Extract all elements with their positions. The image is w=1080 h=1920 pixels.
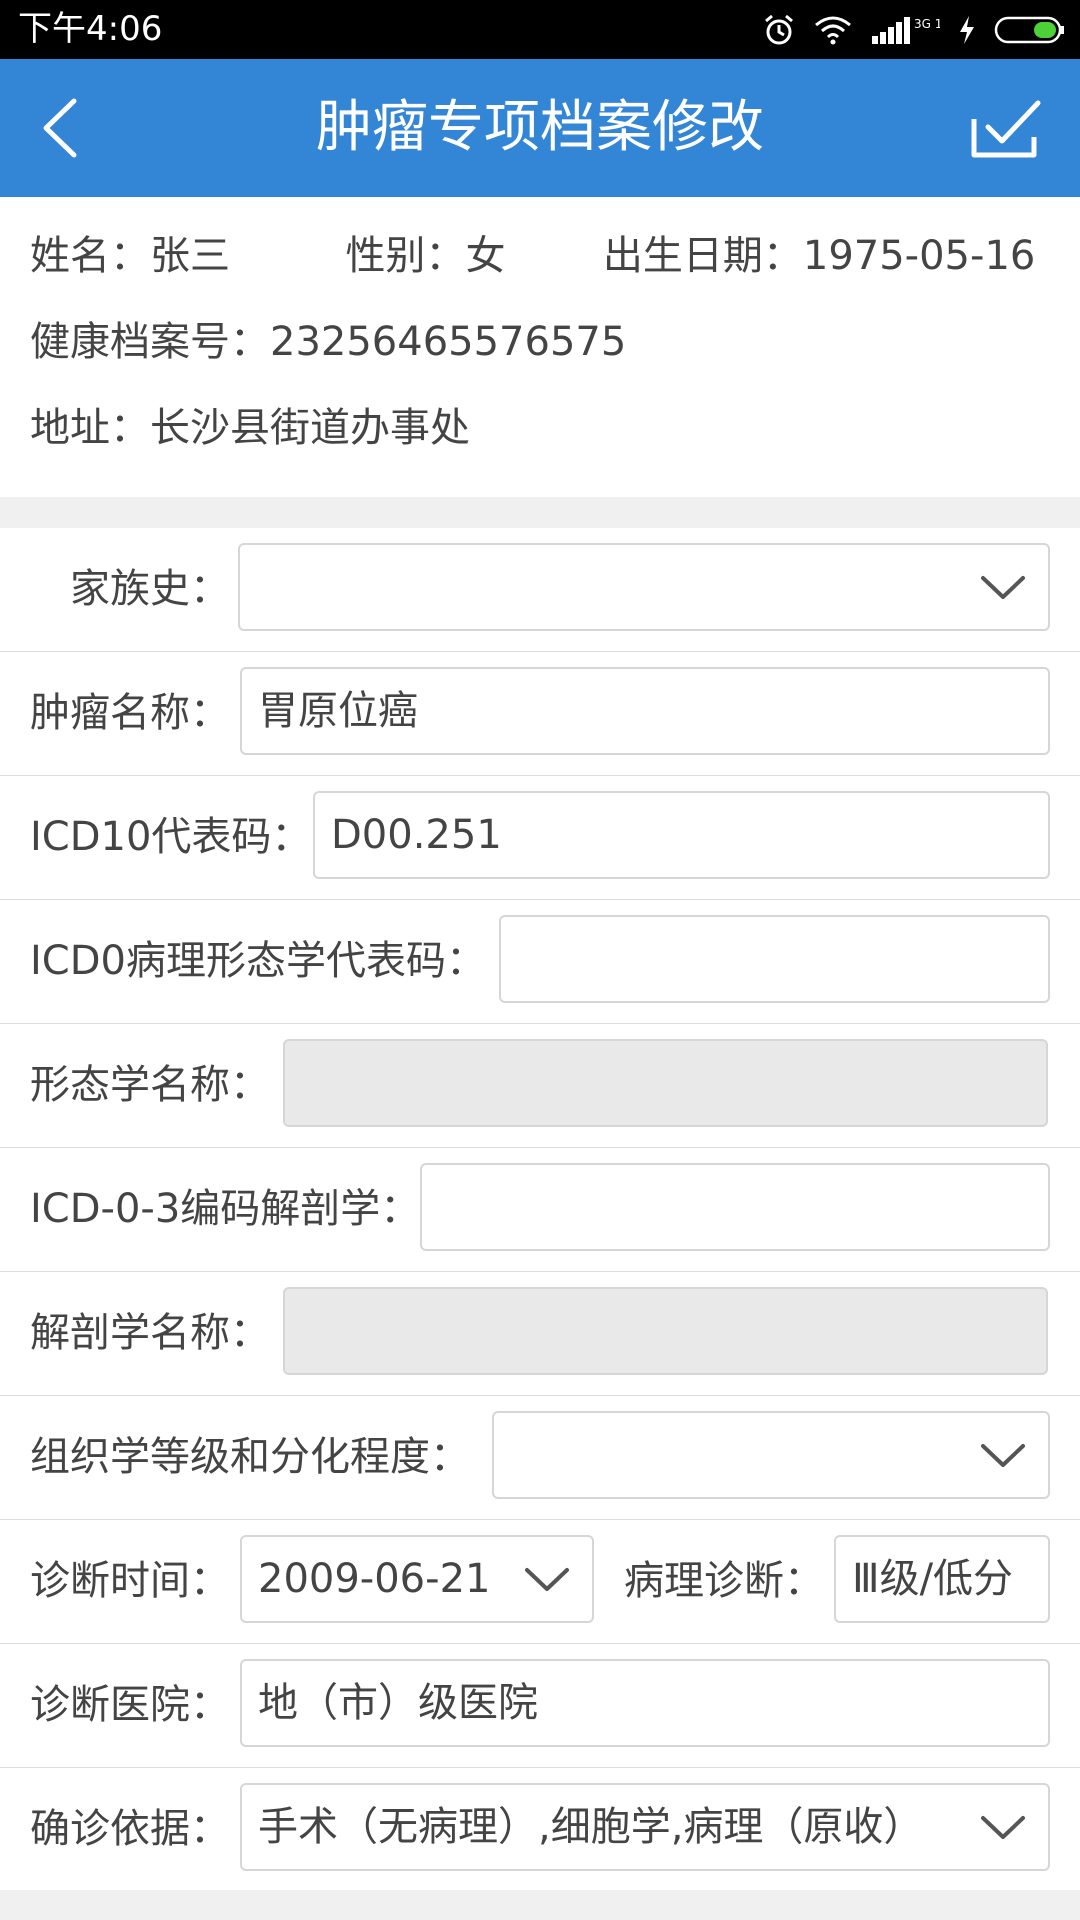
icdo-morph-code-label: ICD0病理形态学代表码：: [30, 938, 486, 984]
anatomy-name-field: [283, 1287, 1048, 1375]
bottom-spacer: [0, 1890, 1080, 1920]
tumor-form: 家族史： 肿瘤名称： 胃原位癌 ICD10代表码： D00.251 ICD0病理…: [0, 528, 1080, 1892]
anatomy-name-label: 解剖学名称：: [30, 1310, 270, 1356]
network-type: 3G 1X: [914, 17, 940, 31]
histology-grade-label: 组织学等级和分化程度：: [30, 1434, 470, 1480]
icd10-input[interactable]: D00.251: [313, 791, 1050, 879]
patient-address: 长沙县街道办事处: [150, 405, 470, 451]
diagnosis-hospital-label: 诊断医院：: [30, 1682, 230, 1728]
chevron-down-icon: [981, 1444, 1025, 1467]
chevron-down-icon: [981, 576, 1025, 599]
icdo3-anatomy-input[interactable]: [420, 1163, 1050, 1251]
form-row-diagnosis: 诊断时间： 2009-06-21 病理诊断： Ⅲ级/低分: [0, 1520, 1080, 1644]
family-history-label: 家族史：: [70, 566, 230, 612]
alarm-icon: [765, 14, 793, 45]
tumor-name-label: 肿瘤名称：: [30, 690, 230, 736]
form-row-icdo-morph-code: ICD0病理形态学代表码：: [0, 900, 1080, 1024]
family-history-select[interactable]: [238, 543, 1050, 631]
wifi-icon: [815, 16, 851, 45]
patient-gender: 女: [465, 233, 506, 279]
status-icons: 3G 1X: [762, 12, 1066, 48]
tumor-name-input[interactable]: 胃原位癌: [240, 667, 1050, 755]
checkbox-check-icon[interactable]: [970, 97, 1042, 159]
diagnosis-date-label: 诊断时间：: [30, 1558, 230, 1604]
charging-icon: [960, 16, 974, 44]
form-row-morph-name: 形态学名称：: [0, 1024, 1080, 1148]
form-row-diagnosis-basis: 确诊依据： 手术（无病理）,细胞学,病理（原收）: [0, 1768, 1080, 1892]
status-time: 下午4:06: [18, 9, 163, 49]
page-title: 肿瘤专项档案修改: [316, 95, 764, 160]
address-label: 地址：: [30, 405, 150, 451]
pathology-diag-input[interactable]: Ⅲ级/低分: [834, 1535, 1050, 1623]
birth-label: 出生日期：: [602, 233, 803, 279]
diagnosis-basis-value: 手术（无病理）,细胞学,病理（原收）: [258, 1804, 924, 1850]
status-bar: 下午4:06 3G 1X: [0, 0, 1080, 59]
diagnosis-basis-select[interactable]: 手术（无病理）,细胞学,病理（原收）: [240, 1783, 1050, 1871]
record-number: 23256465576575: [270, 319, 627, 365]
info-row-record: 健康档案号：23256465576575: [30, 312, 626, 372]
morph-name-field: [283, 1039, 1048, 1127]
pathology-diag-label: 病理诊断：: [624, 1558, 824, 1604]
diagnosis-hospital-input[interactable]: 地（市）级医院: [240, 1659, 1050, 1747]
chevron-down-icon: [525, 1568, 569, 1591]
diagnosis-basis-label: 确诊依据：: [30, 1806, 230, 1852]
morph-name-label: 形态学名称：: [30, 1062, 270, 1108]
name-label: 姓名：: [30, 233, 150, 279]
signal-icon: 3G 1X: [872, 17, 940, 44]
diagnosis-date-value: 2009-06-21: [258, 1556, 491, 1602]
icdo-morph-code-input[interactable]: [499, 915, 1050, 1003]
chevron-down-icon: [981, 1816, 1025, 1839]
form-row-diagnosis-hospital: 诊断医院： 地（市）级医院: [0, 1644, 1080, 1768]
form-row-anatomy-name: 解剖学名称：: [0, 1272, 1080, 1396]
patient-info: 姓名：张三 性别：女 出生日期：1975-05-16 健康档案号：2325646…: [0, 197, 1080, 497]
form-row-tumor-name: 肿瘤名称： 胃原位癌: [0, 652, 1080, 776]
patient-name: 张三: [150, 233, 230, 279]
icdo3-anatomy-label: ICD-0-3编码解剖学：: [30, 1186, 421, 1232]
form-row-family-history: 家族史：: [0, 528, 1080, 652]
gender-label: 性别：: [345, 233, 466, 279]
form-row-histology-grade: 组织学等级和分化程度：: [0, 1396, 1080, 1520]
histology-grade-select[interactable]: [492, 1411, 1050, 1499]
record-label: 健康档案号：: [30, 319, 270, 365]
info-row-basic: 姓名：张三 性别：女 出生日期：1975-05-16: [30, 226, 1035, 286]
info-row-address: 地址：长沙县街道办事处: [30, 398, 470, 458]
app-bar: 肿瘤专项档案修改: [0, 59, 1080, 197]
patient-birth: 1975-05-16: [802, 233, 1036, 279]
form-row-icdo3-anatomy: ICD-0-3编码解剖学：: [0, 1148, 1080, 1272]
form-row-icd10: ICD10代表码： D00.251: [0, 776, 1080, 900]
battery-icon: [994, 16, 1064, 44]
diagnosis-date-select[interactable]: 2009-06-21: [240, 1535, 594, 1623]
icd10-label: ICD10代表码：: [30, 814, 312, 860]
